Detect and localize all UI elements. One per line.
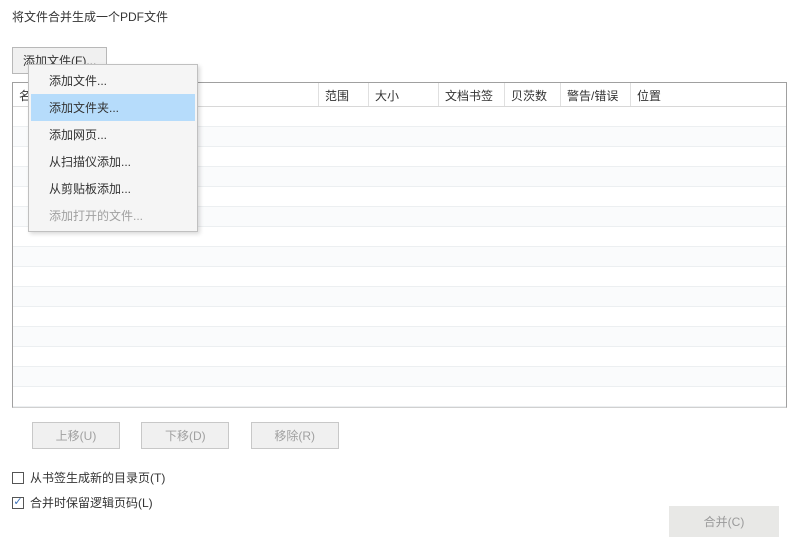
col-size[interactable]: 大小 (369, 83, 439, 106)
move-down-button[interactable]: 下移(D) (141, 422, 229, 449)
col-range[interactable]: 范围 (319, 83, 369, 106)
options-panel: 从书签生成新的目录页(T) ✓ 合并时保留逻辑页码(L) (12, 469, 787, 511)
table-row[interactable] (13, 287, 786, 307)
merge-button[interactable]: 合并(C) (669, 506, 779, 537)
option-label: 从书签生成新的目录页(T) (30, 469, 165, 486)
table-row[interactable] (13, 347, 786, 367)
menu-item[interactable]: 添加文件夹... (31, 94, 195, 121)
menu-item[interactable]: 从剪贴板添加... (31, 175, 195, 202)
table-row[interactable] (13, 307, 786, 327)
menu-item[interactable]: 添加文件... (31, 67, 195, 94)
remove-button[interactable]: 移除(R) (251, 422, 339, 449)
table-row[interactable] (13, 327, 786, 347)
menu-item: 添加打开的文件... (31, 202, 195, 229)
col-warn[interactable]: 警告/错误 (561, 83, 631, 106)
table-row[interactable] (13, 267, 786, 287)
add-file-menu: 添加文件...添加文件夹...添加网页...从扫描仪添加...从剪贴板添加...… (28, 64, 198, 232)
option-label: 合并时保留逻辑页码(L) (30, 494, 153, 511)
table-row[interactable] (13, 247, 786, 267)
checkbox-icon[interactable]: ✓ (12, 497, 24, 509)
move-up-button[interactable]: 上移(U) (32, 422, 120, 449)
option-generate-toc[interactable]: 从书签生成新的目录页(T) (12, 469, 787, 486)
page-title: 将文件合并生成一个PDF文件 (12, 8, 787, 25)
col-location[interactable]: 位置 (631, 83, 771, 106)
col-bookmark[interactable]: 文档书签 (439, 83, 505, 106)
table-row[interactable] (13, 367, 786, 387)
menu-item[interactable]: 添加网页... (31, 121, 195, 148)
menu-item[interactable]: 从扫描仪添加... (31, 148, 195, 175)
checkbox-icon[interactable] (12, 472, 24, 484)
table-row[interactable] (13, 387, 786, 407)
reorder-buttons: 上移(U) 下移(D) 移除(R) (12, 422, 787, 449)
col-bates[interactable]: 贝茨数 (505, 83, 561, 106)
